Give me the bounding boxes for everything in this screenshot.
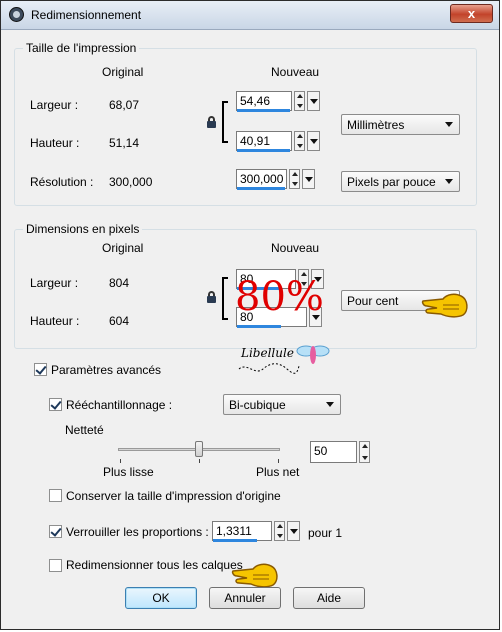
print-height-arrows[interactable] — [294, 131, 305, 151]
app-icon — [9, 7, 24, 22]
print-height-label: Hauteur : — [30, 136, 80, 150]
print-unit-value: Millimètres — [347, 118, 405, 132]
resize-all-layers-label[interactable]: Redimensionner tous les calques — [66, 558, 243, 572]
chevron-down-icon — [326, 402, 334, 407]
ratio-bar — [213, 539, 257, 542]
slider-tick — [278, 459, 279, 463]
arrow-up-icon — [362, 444, 368, 448]
ratio-input[interactable]: 1,3311 — [212, 521, 272, 541]
chevron-down-icon — [445, 179, 453, 184]
resample-checkbox[interactable] — [49, 398, 62, 411]
print-width-bar — [237, 109, 290, 112]
print-unit-select[interactable]: Millimètres — [341, 114, 460, 135]
dragonfly-icon — [296, 345, 330, 364]
help-button[interactable]: Aide — [293, 587, 365, 609]
sharpness-label: Netteté — [65, 423, 104, 437]
pixel-dims-title: Dimensions en pixels — [23, 222, 143, 236]
resolution-arrows[interactable] — [289, 169, 300, 189]
sharpness-max-label: Plus net — [256, 465, 300, 479]
resample-method-select[interactable]: Bi-cubique — [223, 394, 341, 415]
resolution-input[interactable]: 300,000 — [236, 169, 287, 189]
print-link-bracket — [222, 101, 228, 143]
print-width-original: 68,07 — [109, 98, 140, 112]
print-width-spinner[interactable]: 54,46 — [236, 91, 322, 113]
print-height-dropdown[interactable] — [307, 131, 320, 151]
print-size-title: Taille de l'impression — [23, 41, 140, 55]
percent-overlay-text: 80% — [235, 274, 324, 320]
ratio-suffix: pour 1 — [308, 526, 343, 540]
sharpness-input[interactable]: 50 — [310, 441, 357, 463]
pixel-link-bracket — [222, 277, 228, 320]
sharpness-min-label: Plus lisse — [103, 465, 154, 479]
arrow-down-icon — [362, 456, 368, 460]
print-new-header: Nouveau — [271, 65, 320, 79]
window-title: Redimensionnement — [31, 8, 142, 22]
lock-icon — [207, 116, 216, 128]
pixel-width-label: Largeur : — [30, 276, 79, 290]
resize-all-layers-checkbox[interactable] — [49, 559, 62, 572]
resample-label[interactable]: Rééchantillonnage : — [66, 398, 172, 412]
arrow-down-icon — [297, 144, 303, 148]
print-height-spinner[interactable]: 40,91 — [236, 131, 322, 153]
resolution-dropdown[interactable] — [302, 169, 315, 189]
resolution-unit-select[interactable]: Pixels par pouce — [341, 171, 460, 192]
sharpness-spinner[interactable]: 50 — [310, 441, 396, 463]
close-icon: x — [467, 6, 476, 21]
arrow-up-icon — [297, 134, 303, 138]
arrow-up-icon — [297, 94, 303, 98]
arrow-down-icon — [297, 104, 303, 108]
arrow-down-icon — [292, 182, 298, 186]
pixel-height-original: 604 — [109, 314, 130, 328]
pixel-new-header: Nouveau — [271, 241, 320, 255]
pointing-hand-icon — [421, 293, 468, 318]
print-width-dropdown[interactable] — [307, 91, 320, 111]
advanced-label[interactable]: Paramètres avancés — [51, 363, 161, 377]
slider-tick — [199, 459, 200, 463]
arrow-up-icon — [292, 172, 298, 176]
title-bar[interactable]: Redimensionnement x — [1, 1, 499, 30]
ok-button[interactable]: OK — [125, 587, 197, 609]
sharpness-arrows[interactable] — [359, 441, 370, 463]
arrow-up-icon — [277, 524, 283, 528]
advanced-checkbox[interactable] — [34, 363, 47, 376]
pointing-hand-icon — [231, 563, 278, 588]
resolution-spinner[interactable]: 300,000 — [236, 169, 322, 191]
lock-ratio-label[interactable]: Verrouiller les proportions : — [66, 525, 209, 539]
resample-method-value: Bi-cubique — [229, 398, 286, 412]
pixel-height-bar — [237, 325, 281, 328]
print-original-header: Original — [102, 65, 144, 79]
lock-ratio-checkbox[interactable] — [49, 525, 62, 538]
arrow-down-icon — [277, 534, 283, 538]
ratio-arrows[interactable] — [274, 521, 285, 541]
print-width-label: Largeur : — [30, 98, 79, 112]
resolution-unit-value: Pixels par pouce — [347, 175, 436, 189]
ratio-spinner[interactable]: 1,3311 — [212, 521, 300, 543]
pixel-unit-value: Pour cent — [347, 294, 399, 308]
cancel-button[interactable]: Annuler — [209, 587, 281, 609]
keep-print-size-label[interactable]: Conserver la taille d'impression d'origi… — [66, 489, 281, 503]
pixel-height-label: Hauteur : — [30, 314, 80, 328]
signature-swirl — [238, 363, 300, 374]
keep-print-size-checkbox[interactable] — [49, 489, 62, 502]
pixel-width-original: 804 — [109, 276, 130, 290]
resolution-bar — [237, 187, 285, 190]
chevron-down-icon — [445, 122, 453, 127]
resolution-original: 300,000 — [109, 175, 153, 189]
signature-text: Libellule — [241, 346, 294, 360]
lock-icon — [207, 291, 216, 303]
resize-dialog: Redimensionnement x Taille de l'impressi… — [0, 0, 500, 630]
print-width-arrows[interactable] — [294, 91, 305, 111]
print-width-input[interactable]: 54,46 — [236, 91, 292, 111]
print-height-original: 51,14 — [109, 136, 140, 150]
sharpness-slider-thumb[interactable] — [195, 441, 203, 457]
ratio-dropdown[interactable] — [287, 521, 300, 541]
print-height-input[interactable]: 40,91 — [236, 131, 292, 151]
close-button[interactable]: x — [450, 4, 493, 23]
pixel-original-header: Original — [102, 241, 144, 255]
resolution-label: Résolution : — [30, 175, 94, 189]
slider-tick — [120, 459, 121, 463]
print-height-bar — [237, 149, 290, 152]
